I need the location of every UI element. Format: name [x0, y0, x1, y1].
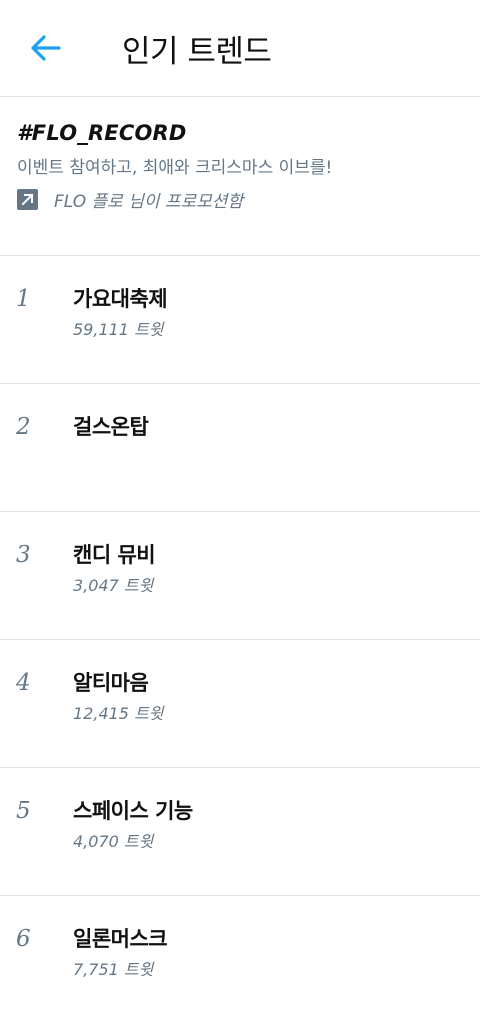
trend-item[interactable]: 6 일론머스크 7,751 트윗 [0, 896, 480, 1024]
trend-tweet-count: 4,070 트윗 [73, 832, 154, 851]
trend-tweet-count: 7,751 트윗 [73, 960, 154, 979]
promoted-by-label: FLO 플로 님이 프로모션함 [54, 191, 244, 212]
trend-item[interactable]: 3 캔디 뮤비 3,047 트윗 [0, 512, 480, 640]
trend-rank: 3 [16, 542, 31, 568]
arrow-left-icon [31, 35, 61, 61]
trend-rank: 1 [16, 286, 31, 312]
trend-name: 알티마음 [73, 671, 149, 695]
back-button[interactable] [24, 28, 66, 68]
trend-name: 가요대축제 [73, 287, 168, 311]
trend-tweet-count: 3,047 트윗 [73, 576, 154, 595]
trend-name: 일론머스크 [73, 927, 168, 951]
trend-rank: 2 [16, 414, 31, 440]
trend-item[interactable]: 2 걸스온탑 [0, 384, 480, 512]
trend-rank: 5 [16, 798, 31, 824]
promoted-hashtag: #FLO_RECORD [17, 121, 187, 145]
promoted-description: 이벤트 참여하고, 최애와 크리스마스 이브를! [17, 158, 333, 178]
page-title: 인기 트렌드 [122, 34, 272, 70]
trend-tweet-count: 12,415 트윗 [73, 704, 164, 723]
trend-name: 걸스온탑 [73, 415, 149, 439]
trend-name: 캔디 뮤비 [73, 543, 156, 567]
trend-item[interactable]: 1 가요대축제 59,111 트윗 [0, 256, 480, 384]
promoted-by-row: FLO 플로 님이 프로모션함 [17, 188, 244, 212]
trend-rank: 4 [16, 670, 31, 696]
trend-name: 스페이스 기능 [73, 799, 193, 823]
top-bar: 인기 트렌드 [0, 0, 480, 97]
promoted-arrow-icon [17, 188, 38, 210]
promoted-trend[interactable]: #FLO_RECORD 이벤트 참여하고, 최애와 크리스마스 이브를! FLO… [0, 97, 480, 256]
trend-tweet-count: 59,111 트윗 [73, 320, 164, 339]
trend-item[interactable]: 5 스페이스 기능 4,070 트윗 [0, 768, 480, 896]
trend-rank: 6 [16, 926, 31, 952]
trend-item[interactable]: 4 알티마음 12,415 트윗 [0, 640, 480, 768]
